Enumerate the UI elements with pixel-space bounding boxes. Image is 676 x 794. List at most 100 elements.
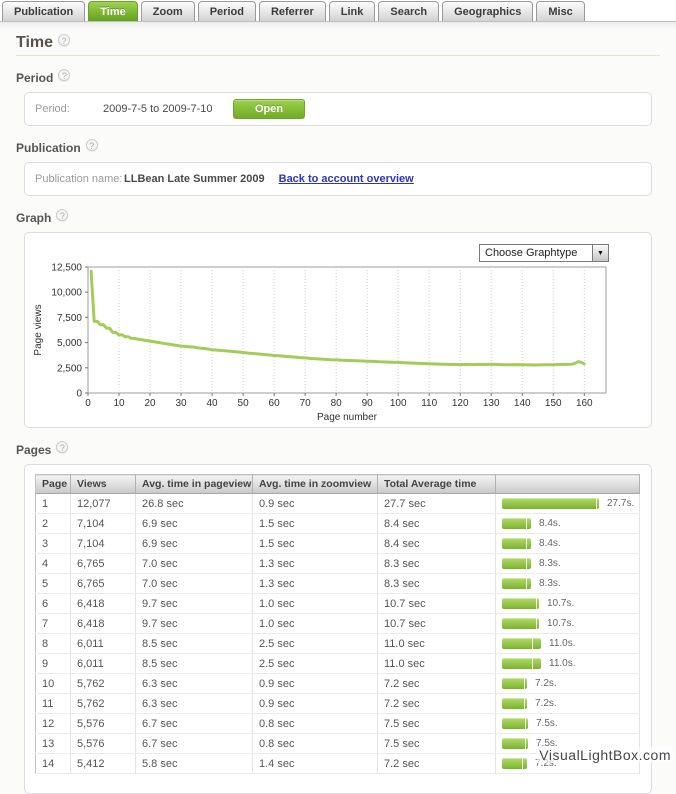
col-header-views: Views (71, 475, 136, 494)
cell-page: 7 (36, 614, 71, 634)
pages-table-body: 112,07726.8 sec0.9 sec27.7 sec27.7s.27,1… (36, 494, 640, 774)
svg-text:30: 30 (175, 398, 187, 409)
cell-page: 1 (36, 494, 71, 514)
time-bar-label: 8.4s. (539, 538, 561, 549)
table-row: 27,1046.9 sec1.5 sec8.4 sec8.4s. (36, 514, 640, 534)
cell-page: 12 (36, 714, 71, 734)
time-bar (502, 538, 531, 549)
time-bar (502, 618, 539, 629)
time-bar (502, 698, 527, 709)
help-icon[interactable]: ? (56, 209, 68, 221)
help-icon[interactable]: ? (86, 139, 98, 151)
table-row: 37,1046.9 sec1.5 sec8.4 sec8.4s. (36, 534, 640, 554)
pageviews-chart: 0102030405060708090100110120130140150160… (25, 233, 647, 427)
cell-views: 5,762 (71, 694, 136, 714)
cell-avg-pageview: 9.7 sec (136, 594, 253, 614)
cell-avg-zoomview: 1.0 sec (253, 594, 378, 614)
table-row: 96,0118.5 sec2.5 sec11.0 sec11.0s. (36, 654, 640, 674)
cell-views: 6,418 (71, 614, 136, 634)
tab-period[interactable]: Period (198, 1, 256, 21)
time-bar-cell: 8.3s. (496, 554, 640, 574)
help-icon[interactable]: ? (56, 441, 68, 453)
tab-referrer[interactable]: Referrer (259, 1, 326, 21)
col-header-bar (496, 475, 640, 494)
time-bar-cell: 7.2s. (496, 694, 640, 714)
cell-total: 7.2 sec (378, 694, 496, 714)
back-to-account-link[interactable]: Back to account overview (279, 173, 414, 185)
cell-views: 7,104 (71, 514, 136, 534)
svg-text:70: 70 (300, 398, 312, 409)
cell-avg-zoomview: 1.5 sec (253, 514, 378, 534)
svg-text:7,500: 7,500 (57, 313, 82, 324)
pages-table: Page Views Avg. time in pageview Avg. ti… (35, 474, 640, 774)
table-row: 86,0118.5 sec2.5 sec11.0 sec11.0s. (36, 634, 640, 654)
help-icon[interactable]: ? (58, 69, 70, 81)
cell-avg-zoomview: 0.9 sec (253, 494, 378, 514)
time-bar (502, 558, 531, 569)
open-button[interactable]: Open (233, 99, 305, 119)
period-box: Period: 2009-7-5 to 2009-7-10 Open (24, 92, 652, 126)
cell-avg-pageview: 5.8 sec (136, 754, 253, 774)
cell-avg-zoomview: 0.9 sec (253, 674, 378, 694)
graph-box: 0102030405060708090100110120130140150160… (24, 232, 652, 428)
col-header-page: Page (36, 475, 71, 494)
time-bar-cell: 10.7s. (496, 594, 640, 614)
period-value: 2009-7-5 to 2009-7-10 (103, 103, 233, 115)
watermark[interactable]: VisualLightBox.com (537, 747, 673, 763)
svg-text:0: 0 (85, 398, 91, 409)
cell-total: 27.7 sec (378, 494, 496, 514)
tab-search[interactable]: Search (378, 1, 439, 21)
svg-text:130: 130 (483, 398, 500, 409)
tab-link[interactable]: Link (329, 1, 376, 21)
tab-bar: PublicationTimeZoomPeriodReferrerLinkSea… (0, 0, 676, 22)
tab-bar-shadow (0, 22, 676, 29)
cell-avg-pageview: 26.8 sec (136, 494, 253, 514)
tab-publication[interactable]: Publication (2, 1, 85, 21)
time-bar-cell: 27.7s. (496, 494, 640, 514)
cell-views: 5,576 (71, 714, 136, 734)
cell-avg-zoomview: 1.3 sec (253, 554, 378, 574)
time-bar (502, 718, 528, 729)
cell-avg-pageview: 9.7 sec (136, 614, 253, 634)
cell-views: 6,418 (71, 594, 136, 614)
svg-text:90: 90 (362, 398, 374, 409)
time-bar-label: 8.3s. (539, 578, 561, 589)
graphtype-select-value: Choose Graphtype (480, 247, 592, 259)
col-header-avg-pageview: Avg. time in pageview (136, 475, 253, 494)
tab-geographics[interactable]: Geographics (442, 1, 533, 21)
table-header-row: Page Views Avg. time in pageview Avg. ti… (36, 475, 640, 494)
tab-misc[interactable]: Misc (536, 1, 584, 21)
tab-zoom[interactable]: Zoom (141, 1, 195, 21)
time-bar-cell: 8.3s. (496, 574, 640, 594)
table-row: 46,7657.0 sec1.3 sec8.3 sec8.3s. (36, 554, 640, 574)
table-row: 66,4189.7 sec1.0 sec10.7 sec10.7s. (36, 594, 640, 614)
svg-text:40: 40 (207, 398, 219, 409)
cell-avg-pageview: 6.3 sec (136, 674, 253, 694)
time-bar (502, 578, 531, 589)
cell-total: 7.5 sec (378, 734, 496, 754)
cell-views: 7,104 (71, 534, 136, 554)
cell-views: 6,765 (71, 554, 136, 574)
time-bar (502, 758, 527, 769)
graphtype-select[interactable]: Choose Graphtype ▼ (479, 244, 609, 262)
table-row: 125,5766.7 sec0.8 sec7.5 sec7.5s. (36, 714, 640, 734)
col-header-total-average: Total Average time (378, 475, 496, 494)
svg-text:Page views: Page views (33, 304, 44, 355)
cell-total: 8.3 sec (378, 554, 496, 574)
cell-avg-zoomview: 1.3 sec (253, 574, 378, 594)
time-bar (502, 598, 539, 609)
help-icon[interactable]: ? (58, 34, 70, 46)
time-bar-label: 27.7s. (607, 498, 634, 509)
cell-page: 14 (36, 754, 71, 774)
svg-text:80: 80 (331, 398, 343, 409)
cell-views: 5,412 (71, 754, 136, 774)
cell-total: 11.0 sec (378, 634, 496, 654)
time-bar (502, 498, 599, 509)
time-bar-cell: 7.5s. (496, 714, 640, 734)
tab-time[interactable]: Time (88, 1, 137, 21)
cell-avg-pageview: 8.5 sec (136, 654, 253, 674)
svg-text:10,000: 10,000 (51, 288, 82, 299)
svg-text:100: 100 (390, 398, 407, 409)
page-title: Time? (16, 34, 660, 51)
cell-total: 7.5 sec (378, 714, 496, 734)
